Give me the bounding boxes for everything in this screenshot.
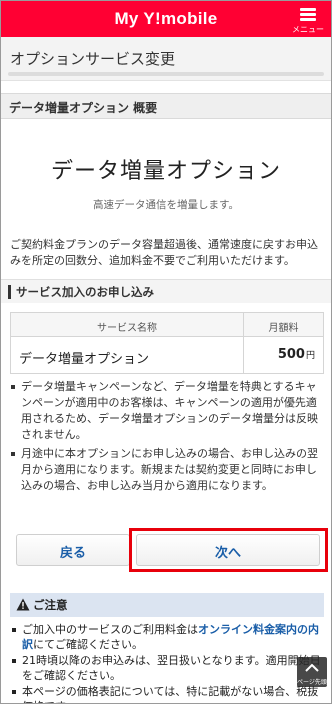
ymobile-logo[interactable]: My Y!mobile	[1, 9, 331, 29]
caution-title: ご注意	[33, 598, 68, 612]
caution-list: ご加入中のサービスのご利用料金はオンライン料金案内の内訳にてご確認ください。 2…	[10, 622, 326, 703]
back-button-label: 戻る	[59, 546, 86, 561]
table-cell-service-name: データ増量オプション	[19, 352, 150, 367]
application-title: サービス加入のお申し込み	[16, 285, 154, 299]
page-top-label: ページ先頭	[297, 679, 327, 686]
page-title: オプションサービス変更	[10, 50, 176, 68]
step-progress-bar	[8, 72, 324, 76]
caution-header: ご注意	[10, 593, 324, 617]
section-title: データ増量オプション 概要	[9, 101, 158, 115]
column-header-monthly-fee: 月額料	[268, 323, 299, 334]
caution-item: 21時頃以降のお申込みは、翌日扱いとなります。適用開始日をご確認ください。	[10, 653, 326, 683]
app-frame: My Y!mobile メニュー オプションサービス変更 データ増量オプション …	[0, 0, 332, 704]
next-button-label: 次へ	[214, 546, 241, 561]
section-marker	[8, 285, 11, 299]
warning-icon	[16, 598, 30, 611]
note-item: 月途中に本オプションにお申し込みの場合、お申し込みの翌月から適用になります。新規…	[10, 446, 326, 494]
chevron-up-icon	[305, 663, 319, 672]
section-header: データ増量オプション 概要	[1, 93, 331, 119]
price-unit: 円	[305, 351, 315, 361]
notes-list: データ増量キャンペーンなど、データ増量を特典とするキャンペーンが適用中のお客様は…	[10, 379, 326, 497]
table-cell-price: 500円	[277, 347, 315, 362]
back-button[interactable]: 戻る	[16, 534, 130, 566]
caution-item: 本ページの価格表記については、特に記載がない場合、税抜価格です。	[10, 684, 326, 703]
page-header: オプションサービス変更	[1, 37, 331, 81]
menu-button[interactable]: メニュー	[291, 3, 325, 35]
caution-item: ご加入中のサービスのご利用料金はオンライン料金案内の内訳にてご確認ください。	[10, 622, 326, 652]
service-table: サービス名称 月額料 データ増量オプション 500円	[10, 312, 324, 374]
option-name-heading: データ増量オプション	[50, 159, 281, 184]
top-bar: My Y!mobile メニュー	[1, 1, 331, 37]
note-item: データ増量キャンペーンなど、データ増量を特典とするキャンペーンが適用中のお客様は…	[10, 379, 326, 443]
menu-label: メニュー	[292, 25, 324, 34]
application-header: サービス加入のお申し込み	[1, 279, 331, 303]
next-button[interactable]: 次へ	[136, 534, 320, 566]
hamburger-icon	[300, 8, 316, 11]
option-tagline: 高速データ通信を増量します。	[93, 199, 239, 211]
page-top-button[interactable]: ページ先頭	[297, 657, 327, 687]
option-description: ご契約料金プランのデータ容量超過後、通常速度に戻すお申込みを所定の回数分、追加料…	[10, 238, 318, 267]
column-header-service-name: サービス名称	[97, 323, 157, 334]
